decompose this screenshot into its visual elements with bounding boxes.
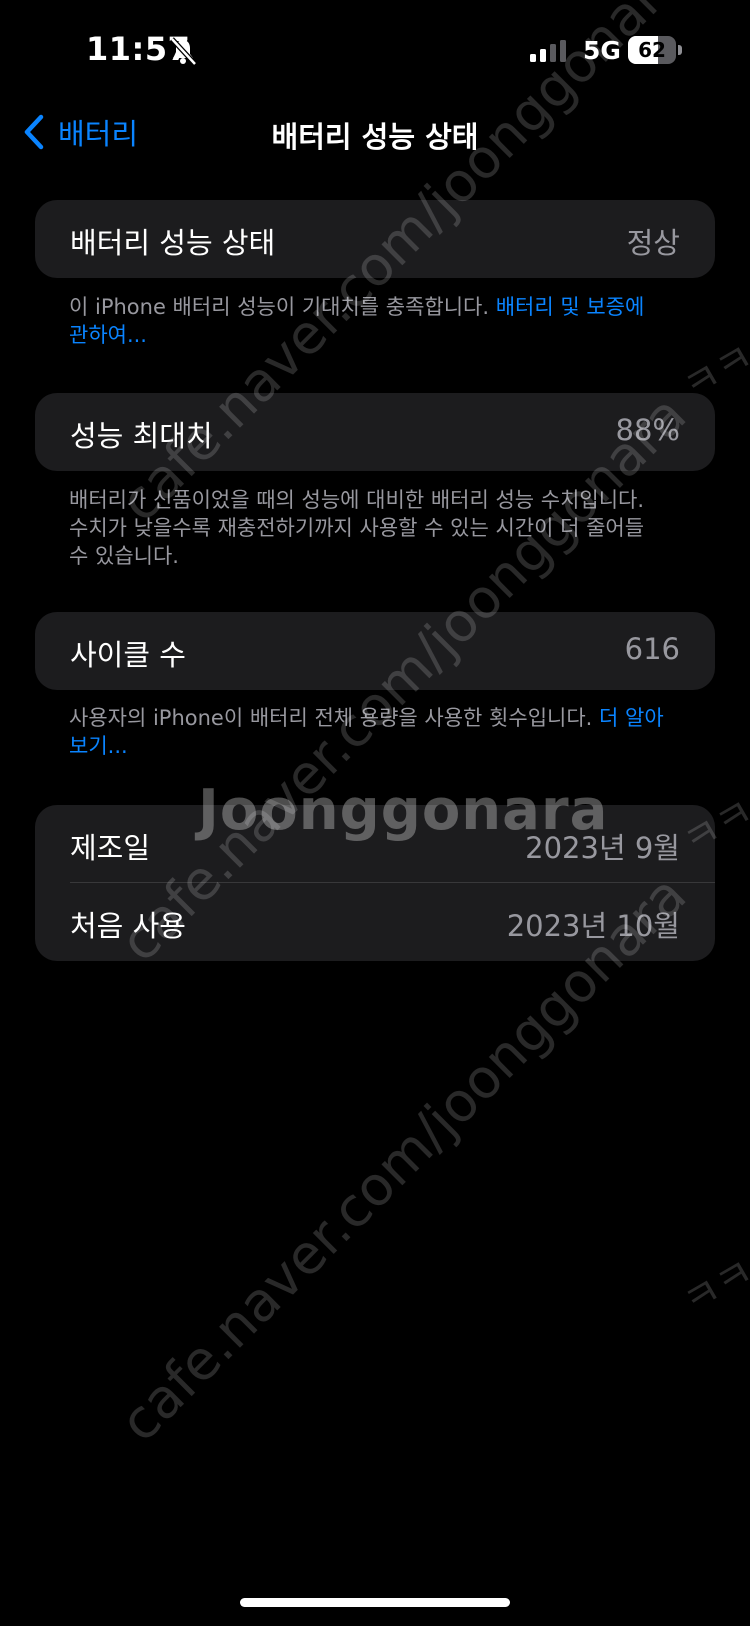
cycle-count-row: 사이클 수 616 xyxy=(35,612,715,690)
home-indicator[interactable] xyxy=(240,1598,510,1607)
first-use-label: 처음 사용 xyxy=(70,909,186,943)
max-capacity-label: 성능 최대치 xyxy=(70,419,213,453)
cycle-count-label: 사이클 수 xyxy=(70,638,186,672)
page-title: 배터리 성능 상태 xyxy=(271,120,479,154)
battery-health-footer-text: 이 iPhone 배터리 성능이 기대치를 충족합니다. xyxy=(69,295,496,319)
navigation-bar: 배터리 배터리 성능 상태 xyxy=(0,100,750,160)
cycle-count-value: 616 xyxy=(624,632,680,666)
network-type: 5G xyxy=(583,36,621,65)
manufacture-date-label: 제조일 xyxy=(70,831,151,865)
max-capacity-row: 성능 최대치 88% xyxy=(35,393,715,471)
first-use-value: 2023년 10월 xyxy=(506,909,680,943)
watermark-mark: ㅋㅋ xyxy=(675,1249,750,1326)
status-bar: 11:57 5G 62 xyxy=(0,0,750,100)
battery-icon: 62 xyxy=(628,36,682,64)
battery-health-footer: 이 iPhone 배터리 성능이 기대치를 충족합니다. 배터리 및 보증에 관… xyxy=(69,293,669,349)
max-capacity-group: 성능 최대치 88% xyxy=(35,393,715,471)
dates-group: 제조일 2023년 9월 처음 사용 2023년 10월 xyxy=(35,805,715,961)
max-capacity-footer: 배터리가 신품이었을 때의 성능에 대비한 배터리 성능 수치입니다. 수치가 … xyxy=(69,488,645,568)
cellular-signal-icon xyxy=(530,40,566,62)
battery-health-value: 정상 xyxy=(626,226,680,260)
cycle-count-footer-text: 사용자의 iPhone이 배터리 전체 용량을 사용한 횟수입니다. xyxy=(69,706,600,730)
battery-percent: 62 xyxy=(638,38,666,62)
battery-health-group: 배터리 성능 상태 정상 xyxy=(35,200,715,278)
battery-health-row: 배터리 성능 상태 정상 xyxy=(35,200,715,278)
battery-health-label: 배터리 성능 상태 xyxy=(70,226,276,260)
max-capacity-value: 88% xyxy=(615,413,680,447)
manufacture-date-value: 2023년 9월 xyxy=(525,831,680,865)
manufacture-date-row: 제조일 2023년 9월 xyxy=(35,805,715,883)
cycle-count-footer: 사용자의 iPhone이 배터리 전체 용량을 사용한 횟수입니다. 더 알아보… xyxy=(69,704,669,760)
first-use-row: 처음 사용 2023년 10월 xyxy=(35,883,715,961)
bell-slash-icon xyxy=(170,37,197,66)
cycle-count-group: 사이클 수 616 xyxy=(35,612,715,690)
